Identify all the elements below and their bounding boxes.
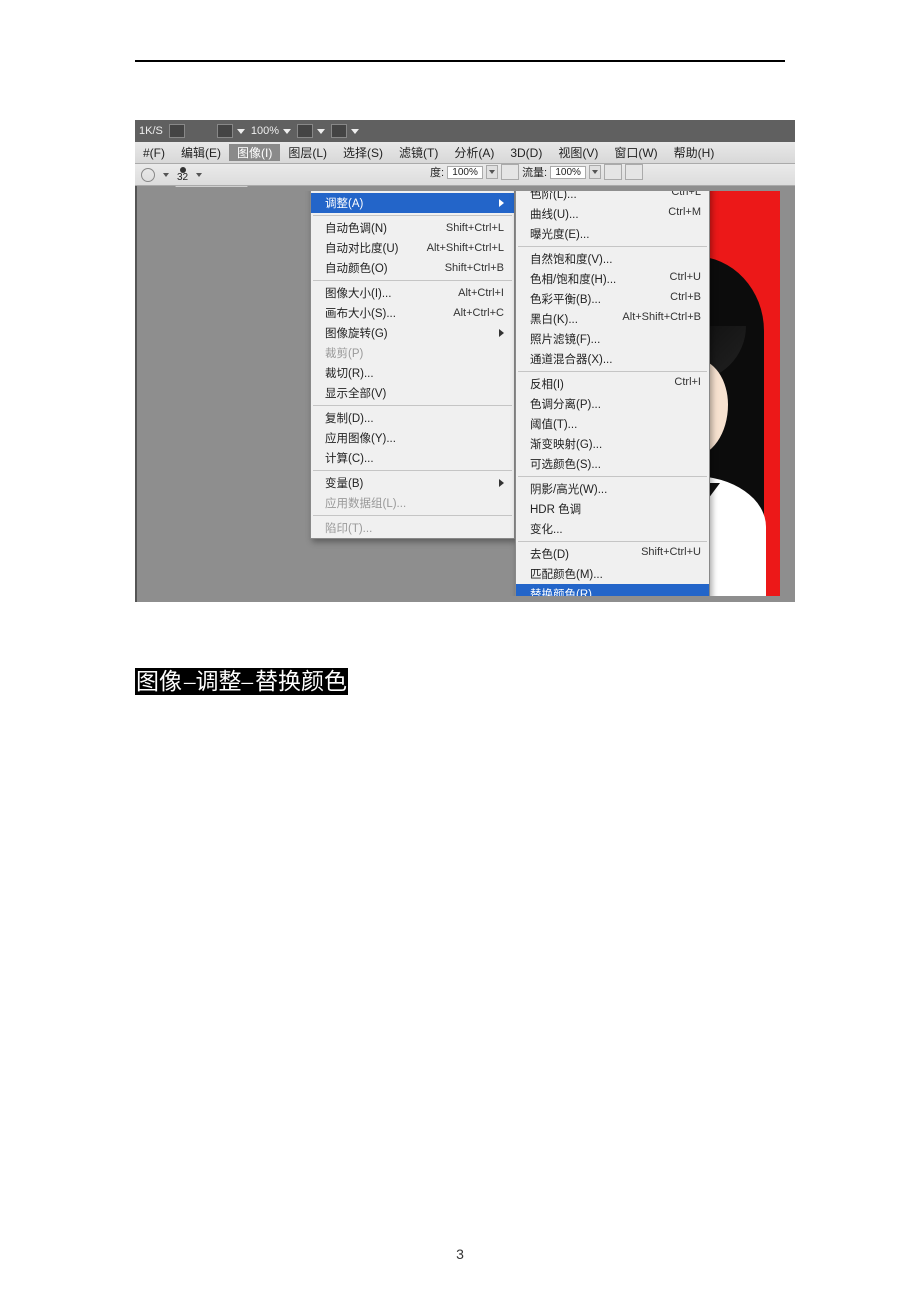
sub-channel-mixer[interactable]: 通道混合器(X)...	[516, 349, 709, 369]
chevron-down-icon[interactable]	[163, 173, 169, 177]
brush-size-value: 32	[177, 173, 188, 182]
flow-label: 流量:	[522, 164, 547, 180]
menu-select[interactable]: 选择(S)	[335, 144, 391, 161]
sub-invert[interactable]: 反相(I)Ctrl+I	[516, 374, 709, 394]
sub-levels[interactable]: 色阶(L)...Ctrl+L	[516, 191, 709, 204]
zoom-indicator[interactable]: 100%	[251, 125, 291, 137]
sub-threshold[interactable]: 阈值(T)...	[516, 414, 709, 434]
sub-desaturate[interactable]: 去色(D)Shift+Ctrl+U	[516, 544, 709, 564]
sub-replace-color[interactable]: 替换颜色(R)...	[516, 584, 709, 596]
menu-item-canvas-size[interactable]: 画布大小(S)...Alt+Ctrl+C	[311, 303, 514, 323]
menu-item-auto-color[interactable]: 自动颜色(O)Shift+Ctrl+B	[311, 258, 514, 278]
airbrush-icon[interactable]	[604, 164, 622, 180]
chevron-down-icon[interactable]	[196, 173, 202, 177]
menu-image[interactable]: 图像(I)	[229, 144, 280, 161]
view-ruler-icon[interactable]	[217, 124, 233, 138]
submenu-arrow-icon	[499, 329, 504, 337]
opacity-label: 度:	[430, 164, 444, 180]
screen-mode-icon[interactable]	[297, 124, 313, 138]
menu-item-variables[interactable]: 变量(B)	[311, 473, 514, 493]
opacity-flyout-button[interactable]	[486, 165, 498, 179]
flow-flyout-button[interactable]	[589, 165, 601, 179]
menu-item-duplicate[interactable]: 复制(D)...	[311, 408, 514, 428]
sub-hue-sat[interactable]: 色相/饱和度(H)...Ctrl+U	[516, 269, 709, 289]
menu-window[interactable]: 窗口(W)	[606, 144, 665, 161]
tools-panel-edge	[135, 186, 137, 602]
sub-exposure[interactable]: 曝光度(E)...	[516, 224, 709, 244]
sub-match-color[interactable]: 匹配颜色(M)...	[516, 564, 709, 584]
menu-item-apply-dataset: 应用数据组(L)...	[311, 493, 514, 513]
caption-part-image: 图像	[135, 668, 183, 695]
pressure-opacity-icon[interactable]	[501, 164, 519, 180]
menu-edit[interactable]: 编辑(E)	[173, 144, 229, 161]
menu-item-trap: 陷印(T)...	[311, 518, 514, 538]
chevron-down-icon[interactable]	[237, 129, 245, 134]
screenshot-container: 1K/S 100% #(F) 编辑(E) 图像(I) 图层(L) 选择(S) 滤…	[135, 120, 795, 602]
sub-shadows-highlights[interactable]: 阴影/高光(W)...	[516, 479, 709, 499]
sub-photo-filter[interactable]: 照片滤镜(F)...	[516, 329, 709, 349]
menu-filter[interactable]: 滤镜(T)	[391, 144, 446, 161]
menu-item-auto-contrast[interactable]: 自动对比度(U)Alt+Shift+Ctrl+L	[311, 238, 514, 258]
menu-item-auto-tone[interactable]: 自动色调(N)Shift+Ctrl+L	[311, 218, 514, 238]
workspace: 未标题-1 @ 模式(M) 调整(A) 自动色调(N)Shift+Ctrl+L …	[135, 186, 795, 602]
tool-options-bar: 32 度: 100% 流量: 100%	[135, 164, 795, 186]
pressure-size-icon[interactable]	[625, 164, 643, 180]
flow-field[interactable]: 100%	[550, 166, 586, 179]
submenu-arrow-icon	[499, 479, 504, 487]
sub-posterize[interactable]: 色调分离(P)...	[516, 394, 709, 414]
sub-selective-color[interactable]: 可选颜色(S)...	[516, 454, 709, 474]
sub-hdr-toning[interactable]: HDR 色调	[516, 499, 709, 519]
sub-vibrance[interactable]: 自然饱和度(V)...	[516, 249, 709, 269]
sub-curves[interactable]: 曲线(U)...Ctrl+M	[516, 204, 709, 224]
sub-color-balance[interactable]: 色彩平衡(B)...Ctrl+B	[516, 289, 709, 309]
menu-item-adjustments[interactable]: 调整(A)	[311, 193, 514, 213]
canvas[interactable]: 模式(M) 调整(A) 自动色调(N)Shift+Ctrl+L 自动对比度(U)…	[220, 191, 780, 596]
menu-layer[interactable]: 图层(L)	[280, 144, 335, 161]
caption-part-replace-color: 替换颜色	[254, 668, 348, 695]
caption-part-adjust: –调整–	[183, 668, 254, 695]
menu-analysis[interactable]: 分析(A)	[446, 144, 502, 161]
icon-box-1	[169, 124, 185, 138]
menu-item-crop: 裁剪(P)	[311, 343, 514, 363]
opacity-field[interactable]: 100%	[447, 166, 483, 179]
menu-item-apply-image[interactable]: 应用图像(Y)...	[311, 428, 514, 448]
menu-view[interactable]: 视图(V)	[550, 144, 606, 161]
rate-label: 1K/S	[139, 125, 163, 137]
page-number: 3	[0, 1246, 920, 1262]
sub-gradient-map[interactable]: 渐变映射(G)...	[516, 434, 709, 454]
instruction-caption: 图像–调整–替换颜色	[135, 662, 920, 696]
menu-3d[interactable]: 3D(D)	[502, 146, 550, 160]
app-header-bar: 1K/S 100%	[135, 120, 795, 142]
menu-item-image-rotation[interactable]: 图像旋转(G)	[311, 323, 514, 343]
menu-item-image-size[interactable]: 图像大小(I)...Alt+Ctrl+I	[311, 283, 514, 303]
adjustments-submenu: 亮度/对比度(C)... 色阶(L)...Ctrl+L 曲线(U)...Ctrl…	[515, 191, 710, 596]
brush-tool-icon[interactable]	[141, 168, 155, 182]
arrange-docs-icon[interactable]	[331, 124, 347, 138]
main-menu-bar: #(F) 编辑(E) 图像(I) 图层(L) 选择(S) 滤镜(T) 分析(A)…	[135, 142, 795, 164]
sub-variations[interactable]: 变化...	[516, 519, 709, 539]
menu-item-calculations[interactable]: 计算(C)...	[311, 448, 514, 468]
menu-file[interactable]: #(F)	[135, 146, 173, 160]
submenu-arrow-icon	[499, 199, 504, 207]
menu-item-trim[interactable]: 裁切(R)...	[311, 363, 514, 383]
sub-black-white[interactable]: 黑白(K)...Alt+Shift+Ctrl+B	[516, 309, 709, 329]
menu-help[interactable]: 帮助(H)	[666, 144, 723, 161]
image-menu-dropdown: 模式(M) 调整(A) 自动色调(N)Shift+Ctrl+L 自动对比度(U)…	[310, 191, 515, 539]
menu-item-reveal-all[interactable]: 显示全部(V)	[311, 383, 514, 403]
